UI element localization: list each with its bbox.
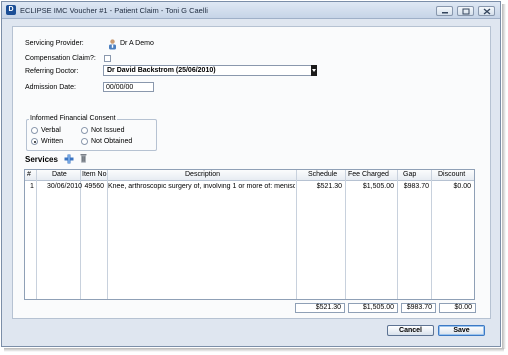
services-heading: Services — [25, 155, 58, 164]
row-date: 30/06/2010 — [47, 183, 83, 190]
col-header-date[interactable]: Date — [52, 171, 67, 178]
row-gap: $983.70 — [403, 183, 429, 190]
admission-date-input[interactable]: 00/00/00 — [103, 82, 154, 92]
referring-doctor-value: Dr David Backstrom (25/06/2010) — [107, 67, 216, 74]
col-header-item-no[interactable]: Item No — [82, 171, 107, 178]
referring-doctor-select[interactable]: Dr David Backstrom (25/06/2010) — [103, 65, 317, 76]
admission-date-value: 00/00/00 — [106, 84, 134, 91]
services-table[interactable]: # Date Item No Description Schedule Fee … — [24, 169, 475, 300]
delete-service-icon[interactable] — [80, 153, 87, 163]
total-fee-charged: $1,505.00 — [348, 303, 398, 313]
consent-not-issued-radio[interactable] — [81, 127, 88, 134]
total-gap: $983.70 — [401, 303, 436, 313]
provider-person-icon — [109, 39, 116, 50]
consent-written-radio[interactable] — [31, 138, 38, 145]
col-header-description[interactable]: Description — [185, 171, 220, 178]
col-header-schedule[interactable]: Schedule — [308, 171, 337, 178]
dropdown-arrow-icon[interactable] — [311, 65, 317, 76]
row-description: Knee, arthroscopic surgery of, involving… — [108, 183, 295, 190]
consent-verbal-radio[interactable] — [31, 127, 38, 134]
close-icon — [483, 8, 491, 15]
consent-not-obtained-label: Not Obtained — [91, 138, 133, 145]
consent-legend: Informed Financial Consent — [29, 115, 117, 122]
consent-not-issued-label: Not Issued — [91, 127, 125, 134]
cancel-button[interactable]: Cancel — [387, 325, 434, 336]
servicing-provider-value: Dr A Demo — [120, 40, 154, 47]
col-header-gap[interactable]: Gap — [403, 171, 416, 178]
row-item-no: 49560 — [84, 183, 104, 190]
total-schedule: $521.30 — [295, 303, 345, 313]
admission-date-label: Admission Date: — [25, 84, 76, 91]
add-service-icon[interactable] — [64, 154, 74, 164]
compensation-claim-label: Compensation Claim?: — [25, 55, 96, 62]
total-discount: $0.00 — [439, 303, 476, 313]
minimize-button[interactable] — [436, 6, 453, 16]
consent-group — [26, 119, 157, 151]
row-number: 1 — [30, 183, 34, 190]
servicing-provider-label: Servicing Provider: — [25, 40, 84, 47]
maximize-button[interactable] — [457, 6, 474, 16]
close-button[interactable] — [478, 6, 495, 16]
row-discount: $0.00 — [453, 183, 471, 190]
claim-panel: Servicing Provider: Dr A Demo Compensati… — [12, 26, 491, 319]
consent-not-obtained-radio[interactable] — [81, 138, 88, 145]
consent-written-label: Written — [41, 138, 64, 145]
row-fee-charged: $1,505.00 — [362, 183, 394, 190]
compensation-claim-checkbox[interactable] — [104, 55, 111, 62]
save-button[interactable]: Save — [438, 325, 485, 336]
title-bar[interactable]: D ECLIPSE IMC Voucher #1 - Patient Claim… — [2, 2, 500, 19]
row-schedule: $521.30 — [316, 183, 342, 190]
referring-doctor-label: Referring Doctor: — [25, 68, 79, 75]
consent-verbal-label: Verbal — [41, 127, 61, 134]
patient-claim-window: D ECLIPSE IMC Voucher #1 - Patient Claim… — [1, 1, 501, 347]
col-header-fee-charged[interactable]: Fee Charged — [348, 171, 389, 178]
col-header-number[interactable]: # — [27, 171, 31, 178]
col-header-discount[interactable]: Discount — [438, 171, 465, 178]
maximize-icon — [462, 8, 470, 15]
minimize-icon — [442, 12, 448, 14]
app-icon: D — [6, 5, 16, 15]
window-title: ECLIPSE IMC Voucher #1 - Patient Claim -… — [20, 6, 208, 15]
